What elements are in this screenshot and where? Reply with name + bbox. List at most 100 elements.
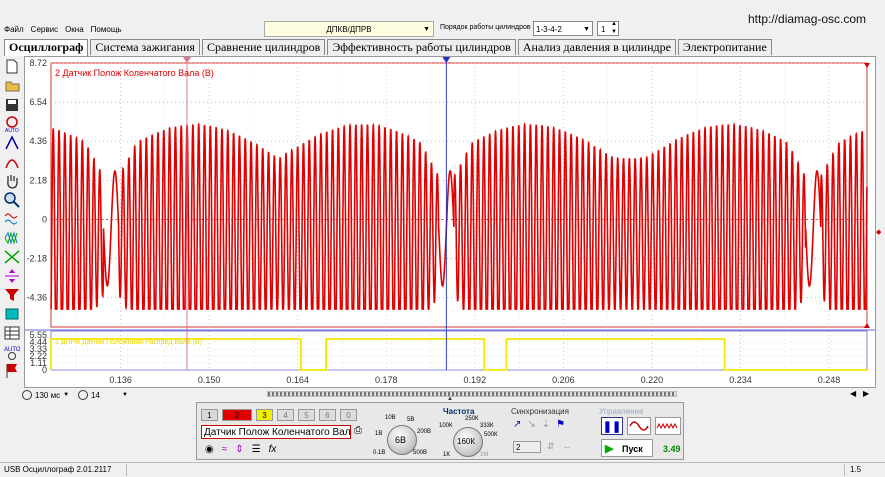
control-value: 3.49 — [663, 444, 681, 454]
cylinder-count-spinner[interactable]: 1 ▲ ▼ — [597, 21, 619, 36]
tab-power[interactable]: Электропитание — [677, 39, 772, 55]
y-tick-label: 8.72 — [29, 58, 47, 68]
auto-scale-icon[interactable]: AUTO — [3, 114, 21, 133]
channel-button-1[interactable]: 1 — [201, 409, 218, 421]
channel-button-2[interactable]: 2 — [222, 409, 252, 421]
freq-label-100k: 100К — [439, 423, 453, 429]
chevron-down-icon: ▼ — [63, 392, 70, 398]
start-button[interactable]: ▶ Пуск — [601, 439, 653, 457]
x-tick-label: 0.248 — [818, 375, 841, 385]
buffer-select[interactable]: 14 — [91, 391, 119, 400]
sync-offset-icon[interactable]: ⇵ — [547, 441, 555, 452]
scroll-left-icon[interactable]: ◀ — [850, 389, 856, 398]
sync-level-icon[interactable]: ⇣ — [542, 419, 550, 430]
time-controls: 130 мс ▼ 14 ▼ — [22, 389, 128, 401]
eye-icon[interactable]: ◉ — [205, 444, 214, 455]
series-label-camshaft: 1 ДПРВ Датчик Положения Распред Вала (В) — [55, 339, 202, 346]
volt-label-500v: 500В — [413, 450, 428, 456]
tab-pressure-analysis[interactable]: Анализ давления в цилиндре — [517, 39, 676, 55]
volt-label-10v: 10В — [385, 415, 396, 421]
curve-fit-icon[interactable] — [3, 152, 21, 171]
split-channels-icon[interactable] — [3, 266, 21, 285]
control-panel: 1234560 Датчик Полож Коленчатого Вала ⎙ … — [196, 402, 684, 460]
channel-button-4[interactable]: 4 — [277, 409, 294, 421]
zoom-icon[interactable] — [3, 190, 21, 209]
open-folder-icon[interactable] — [3, 76, 21, 95]
y-tick-label: -2.18 — [26, 253, 47, 263]
vertical-scale-icon[interactable] — [3, 133, 21, 152]
sine-wave-icon — [629, 421, 649, 431]
cylinder-order-label: Порядок работы цилиндров — [440, 24, 531, 31]
chart-canvas[interactable]: 8.726.544.362.180-2.18-4.365.554.443.332… — [25, 57, 875, 387]
sync-rising-edge-icon[interactable]: ↗ — [513, 419, 521, 430]
channel-button-6[interactable]: 6 — [319, 409, 336, 421]
top-right-marker — [864, 63, 870, 68]
vertical-offset-icon[interactable]: ⇕ — [235, 444, 243, 455]
function-icon[interactable]: fx — [269, 444, 277, 455]
sync-auto-icon[interactable]: ⚑ — [556, 419, 565, 430]
x-tick-label: 0.206 — [552, 375, 575, 385]
y-tick-label-lower: 0 — [42, 365, 47, 375]
sine-mode-button[interactable] — [627, 417, 651, 435]
overlay-wave-icon[interactable] — [3, 228, 21, 247]
grid-wave-icon[interactable] — [3, 209, 21, 228]
filter-icon[interactable] — [3, 285, 21, 304]
frequency-value: 160К — [457, 437, 476, 446]
crankshaft-trace — [50, 122, 868, 311]
record-mode-button[interactable] — [655, 417, 681, 435]
tab-oscilloscope[interactable]: Осциллограф — [4, 39, 89, 56]
device-icon[interactable] — [3, 304, 21, 323]
right-zero-marker[interactable]: ◆ — [876, 228, 881, 236]
tab-bar: Осциллограф Система зажигания Сравнение … — [4, 39, 774, 56]
auto-trigger-icon[interactable]: AUTO — [3, 342, 21, 361]
channel-button-0[interactable]: 0 — [340, 409, 357, 421]
freq-label-1m: 1М — [480, 452, 489, 458]
channel-button-3[interactable]: 3 — [256, 409, 273, 421]
lower-plot-frame — [50, 330, 868, 371]
menu-file[interactable]: Файл — [4, 22, 24, 38]
sync-arrows-icon[interactable]: ↔ — [563, 441, 572, 452]
x-tick-label: 0.178 — [375, 375, 398, 385]
tab-cylinder-efficiency[interactable]: Эффективность работы цилиндров — [327, 39, 516, 55]
svg-text:AUTO: AUTO — [5, 128, 19, 132]
x-tick-label: 0.150 — [198, 375, 221, 385]
menu-service[interactable]: Сервис — [31, 22, 58, 38]
flag-icon[interactable] — [3, 361, 21, 380]
sensor-name-field[interactable]: Датчик Полож Коленчатого Вала — [201, 425, 351, 439]
y-tick-label: 6.54 — [29, 97, 47, 107]
oscilloscope-chart[interactable]: 8.72 6.54 4.36 2.18 0 -2.18 -4.36 5.55 4.44 3.33 2… — [24, 56, 876, 388]
play-icon: ▶ — [605, 443, 614, 455]
zigzag-wave-icon — [656, 422, 678, 430]
start-label: Пуск — [621, 444, 643, 454]
scroll-right-icon[interactable]: ▶ — [863, 389, 869, 398]
site-url[interactable]: http://diamag-osc.com — [748, 12, 866, 26]
sensor-type-combo[interactable]: ДПКВ/ДПРВ ▼ — [264, 21, 434, 37]
tab-cylinder-compare[interactable]: Сравнение цилиндров — [201, 39, 326, 55]
scroll-thumb[interactable] — [268, 392, 676, 396]
cross-wave-icon[interactable] — [3, 247, 21, 266]
sensor-settings-icon[interactable]: ⎙ — [354, 425, 362, 436]
cursor-blue-handle — [442, 57, 451, 63]
channel-button-5[interactable]: 5 — [298, 409, 315, 421]
freq-label-500k: 500К — [484, 432, 498, 438]
new-file-icon[interactable] — [3, 57, 21, 76]
status-app-version: USB Осциллограф 2.01.2117 — [4, 465, 112, 474]
lines-icon[interactable]: ☰ — [252, 444, 261, 455]
sync-falling-edge-icon[interactable]: ↘ — [527, 419, 535, 430]
y-tick-label: -4.36 — [26, 293, 47, 303]
sensor-type-value: ДПКВ/ДПРВ — [326, 25, 372, 34]
menu-windows[interactable]: Окна — [65, 22, 84, 38]
timebase-select[interactable]: 130 мс — [35, 391, 60, 400]
volt-knob-value: 6В — [395, 435, 407, 445]
tab-ignition[interactable]: Система зажигания — [90, 39, 200, 55]
volt-label-200v: 200В — [417, 429, 432, 435]
table-icon[interactable] — [3, 323, 21, 342]
wave-invert-icon[interactable]: ≈ — [222, 444, 228, 455]
cylinder-order-select[interactable]: 1-3-4-2 ▼ — [533, 21, 593, 36]
pause-button[interactable]: ❚❚ — [601, 417, 623, 435]
sync-channel-select[interactable]: 2 — [513, 441, 541, 453]
menu-help[interactable]: Помощь — [91, 22, 122, 38]
volt-label-5v: 5В — [407, 417, 415, 423]
hand-pan-icon[interactable] — [3, 171, 21, 190]
save-icon[interactable] — [3, 95, 21, 114]
